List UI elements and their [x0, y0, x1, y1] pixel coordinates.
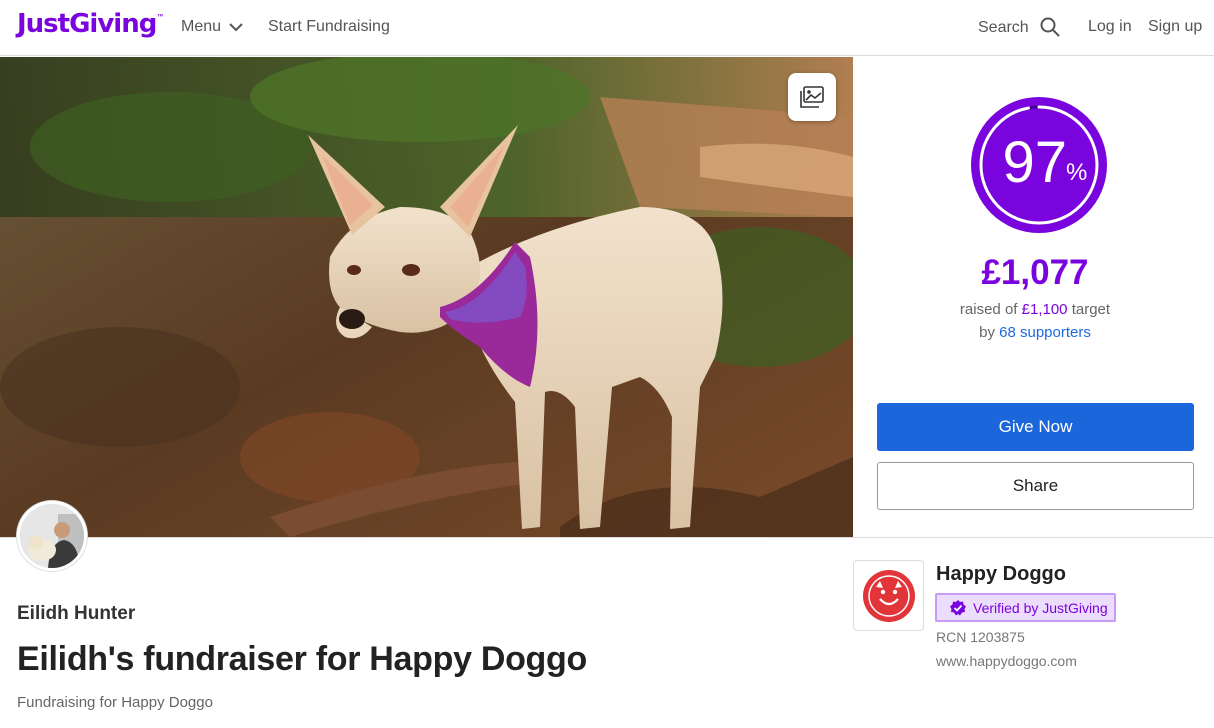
- section-divider: [0, 537, 1214, 538]
- donation-panel: 97 % £1,077 raised of £1,100 target by 6…: [854, 57, 1214, 537]
- verified-badge: Verified by JustGiving: [935, 593, 1116, 622]
- by-prefix: by: [979, 324, 995, 341]
- menu-label: Menu: [181, 18, 222, 35]
- amount-raised: £1,077: [981, 253, 1089, 292]
- target-suffix: target: [1071, 301, 1111, 318]
- login-link[interactable]: Log in: [1088, 18, 1132, 36]
- gallery-button[interactable]: [788, 73, 836, 121]
- hero-image: [0, 57, 853, 537]
- gallery-icon: [800, 86, 824, 108]
- menu-button[interactable]: Menu: [181, 18, 243, 36]
- charity-logo-image: [862, 569, 915, 622]
- progress-percent: 97: [1002, 130, 1067, 195]
- supporters-link[interactable]: 68 supporters: [999, 324, 1091, 341]
- owner-name[interactable]: Eilidh Hunter: [17, 603, 135, 625]
- target-amount: £1,100: [1021, 301, 1068, 318]
- start-fundraising-link[interactable]: Start Fundraising: [268, 18, 390, 36]
- page-title: Eilidh's fundraiser for Happy Doggo: [17, 640, 587, 678]
- charity-rcn: RCN 1203875: [936, 629, 1025, 645]
- search-button[interactable]: Search: [978, 17, 1060, 38]
- search-label: Search: [978, 19, 1029, 36]
- dog-photo: [0, 57, 853, 537]
- chevron-down-icon: [229, 22, 243, 31]
- fundraising-for: Fundraising for Happy Doggo: [17, 694, 213, 711]
- give-now-button[interactable]: Give Now: [877, 403, 1194, 451]
- verified-badge-icon: [950, 599, 966, 615]
- charity-logo[interactable]: [853, 560, 924, 631]
- site-header: JustGiving™ Menu Start Fundraising Searc…: [0, 0, 1214, 56]
- supporters-line: by 68 supporters: [854, 324, 1214, 341]
- avatar[interactable]: [17, 501, 87, 571]
- progress-percent-sign: %: [1066, 159, 1088, 186]
- search-icon: [1040, 17, 1060, 37]
- charity-website[interactable]: www.happydoggo.com: [936, 653, 1077, 669]
- avatar-photo: [20, 504, 84, 568]
- justgiving-logo[interactable]: JustGiving™: [17, 9, 164, 39]
- signup-link[interactable]: Sign up: [1148, 18, 1202, 36]
- target-line: raised of £1,100 target: [854, 301, 1214, 318]
- charity-name[interactable]: Happy Doggo: [936, 563, 1066, 586]
- verified-label: Verified by JustGiving: [973, 599, 1108, 616]
- share-button[interactable]: Share: [877, 462, 1194, 510]
- raised-prefix: raised of: [959, 301, 1018, 318]
